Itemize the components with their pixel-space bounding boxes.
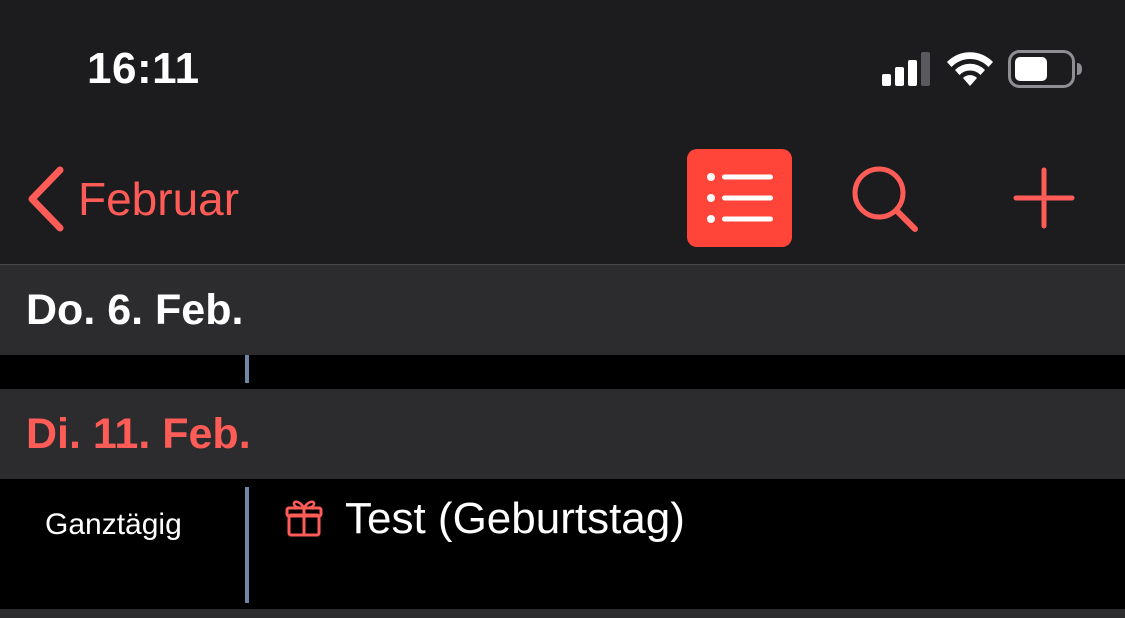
- chevron-left-icon: [28, 166, 64, 232]
- event-time-label: Ganztägig: [45, 508, 182, 541]
- plus-icon[interactable]: [1012, 166, 1076, 230]
- event-title[interactable]: Test (Geburtstag): [345, 494, 685, 544]
- timeline-bar: [245, 355, 249, 383]
- status-time: 16:11: [87, 44, 200, 93]
- search-icon[interactable]: [849, 163, 921, 235]
- day-label: Di. 11. Feb.: [26, 409, 251, 458]
- timeline-bar: [245, 487, 249, 603]
- list-view-button[interactable]: [687, 149, 792, 247]
- gift-icon: [285, 500, 323, 537]
- list-view-icon: [706, 173, 773, 223]
- cellular-signal-icon: [882, 52, 930, 86]
- battery-icon: [1008, 50, 1082, 88]
- day-header-today: Di. 11. Feb.: [0, 389, 1125, 479]
- calendar-screen: 16:11 Februar Do. 6. Feb. Di. 11. Feb. G…: [0, 0, 1125, 618]
- back-button[interactable]: Februar: [24, 162, 239, 236]
- wifi-icon: [947, 52, 993, 86]
- day-header: Do. 6. Feb.: [0, 265, 1125, 355]
- empty-day-row: [0, 355, 1125, 389]
- next-day-header: [0, 609, 1125, 618]
- back-label: Februar: [78, 173, 240, 225]
- day-label: Do. 6. Feb.: [26, 285, 244, 334]
